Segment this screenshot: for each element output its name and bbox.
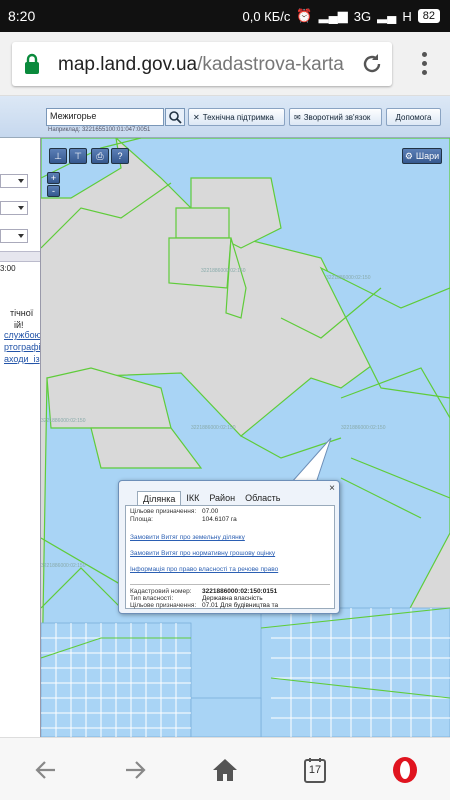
browser-toolbar: map.land.gov.ua/kadastrova-karta (0, 32, 450, 96)
back-icon[interactable] (28, 752, 64, 788)
tools-icon: ✕ (193, 112, 200, 122)
search-hint: Наприклад: 3221655100:01:047:0051 (48, 127, 151, 133)
map-label: 3221886000:02:150 (41, 563, 86, 569)
panel-link-1[interactable]: службою (4, 330, 40, 340)
support-button[interactable]: ✕ Технічна підтримка (188, 108, 285, 126)
popup-tabs: Ділянка ІКК Район Область (137, 491, 285, 506)
panel-text-2: ій! (14, 320, 24, 330)
ownership-info-link[interactable]: Інформація про право власності та речове… (130, 566, 278, 573)
ruler-tool-icon[interactable]: ⊥ (49, 148, 67, 164)
forward-icon[interactable] (117, 752, 153, 788)
url-text[interactable]: map.land.gov.ua/kadastrova-karta (58, 54, 344, 76)
left-select-1[interactable] (0, 174, 28, 188)
panel-link-2[interactable]: ртографії (4, 342, 40, 352)
area-row: Площа: 104.6107 га (130, 516, 237, 523)
map-label: 3221886000:02:150 (191, 425, 236, 431)
battery-level: 82 (417, 9, 440, 23)
order-valuation-link[interactable]: Замовити Витяг про нормативну грошову оц… (130, 550, 275, 557)
feedback-button[interactable]: ✉ Зворотний зв'язок (289, 108, 382, 126)
gear-icon: ⚙ (404, 150, 413, 161)
tabs-icon[interactable]: 17 (297, 752, 333, 788)
purpose2-row: Цільове призначення: 07.01 Для будівництв… (130, 602, 279, 609)
popup-content: Цільове призначення: 07.00 Площа: 104.6107… (125, 505, 335, 609)
map-label: 3221886000:02:150 (41, 418, 86, 424)
left-select-2[interactable] (0, 201, 28, 215)
ownership-row: Тип власності: Державна власність (130, 595, 263, 602)
divider (130, 584, 330, 585)
area-tool-icon[interactable]: ⊤ (69, 148, 87, 164)
purpose-row: Цільове призначення: 07.00 (130, 508, 219, 515)
signal2-icon: ▂▄ (377, 8, 397, 23)
network-type: 3G (353, 8, 372, 24)
clock: 8:20 (8, 8, 36, 24)
map-label: 3221886000:02:150 (326, 275, 371, 281)
left-sidebar: 3:00 тічної ій! службою ртографії аходи_… (0, 138, 41, 737)
lock-icon (25, 53, 39, 74)
help-button[interactable]: Допомога (386, 108, 441, 126)
close-icon[interactable]: × (329, 483, 335, 494)
tab-ikk[interactable]: ІКК (181, 491, 204, 506)
panel-divider (0, 251, 40, 262)
cadastral-row: Кадастровий номер: 3221886000:02:150:0151 (130, 588, 278, 595)
time-text: 3:00 (0, 264, 16, 273)
search-button[interactable] (165, 108, 185, 126)
web-page: Межигорье Наприклад: 3221655100:01:047:0… (0, 96, 450, 737)
zoom-in-button[interactable]: + (47, 172, 60, 184)
tab-region[interactable]: Область (240, 491, 285, 506)
tab-district[interactable]: Район (204, 491, 240, 506)
address-bar[interactable]: map.land.gov.ua/kadastrova-karta (12, 42, 392, 86)
map-label: 3221886000:02:150 (341, 425, 386, 431)
parcel-info-popup: × Ділянка ІКК Район Область Цільове приз… (118, 480, 340, 614)
reload-icon[interactable] (360, 52, 384, 76)
alarm-icon: ⏰ (296, 8, 313, 23)
panel-link-3[interactable]: аходи_із (4, 354, 40, 364)
parcel-layer[interactable] (41, 138, 450, 737)
browser-bottom-bar: 17 (0, 737, 450, 800)
left-select-3[interactable] (0, 229, 28, 243)
opera-menu-icon[interactable] (387, 752, 423, 788)
search-input[interactable]: Межигорье (46, 108, 164, 126)
cadastral-map[interactable]: 3221886000:02:150 3221886000:02:150 3221… (41, 138, 450, 737)
print-icon[interactable]: ⎙ (91, 148, 109, 164)
panel-text-1: тічної (10, 308, 34, 318)
map-header: Межигорье Наприклад: 3221655100:01:047:0… (0, 96, 450, 138)
search-icon (169, 111, 182, 124)
status-bar: 8:20 0,0 КБ/с ⏰ ▂▄▆ 3G ▂▄ H 82 (0, 0, 450, 32)
network-speed: 0,0 КБ/с (242, 8, 291, 24)
mail-icon: ✉ (294, 112, 301, 122)
order-extract-link[interactable]: Замовити Витяг про земельну ділянку (130, 534, 245, 541)
tab-parcel[interactable]: Ділянка (137, 491, 182, 506)
network-type-2: H (402, 8, 412, 24)
more-menu-icon[interactable] (414, 48, 434, 80)
signal-icon: ▂▄▆ (318, 8, 348, 23)
map-label: 3221886000:02:150 (201, 268, 246, 274)
tab-count: 17 (308, 764, 322, 776)
layers-button[interactable]: ⚙ Шари (402, 148, 442, 164)
zoom-out-button[interactable]: - (47, 185, 60, 197)
home-icon[interactable] (207, 752, 243, 788)
info-cursor-icon[interactable]: ? (111, 148, 129, 164)
